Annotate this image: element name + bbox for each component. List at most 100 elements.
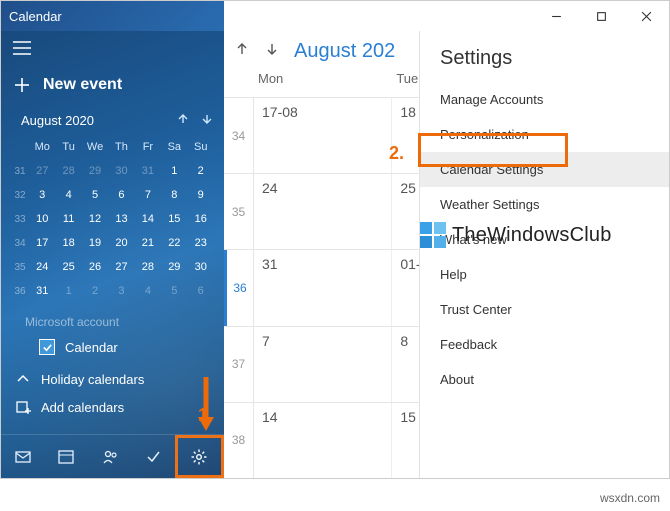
mini-day-cell[interactable]: 3 xyxy=(108,279,134,303)
settings-item[interactable]: Feedback xyxy=(420,327,669,362)
mini-day-cell[interactable]: 21 xyxy=(135,231,161,255)
week-number: 34 xyxy=(224,98,254,173)
mini-day-cell[interactable]: 1 xyxy=(55,279,81,303)
calendar-toggle-label: Calendar xyxy=(65,340,118,355)
mini-day-cell[interactable]: 4 xyxy=(55,183,81,207)
settings-item[interactable]: Weather Settings xyxy=(420,187,669,222)
settings-title: Settings xyxy=(420,47,669,82)
settings-item[interactable]: Calendar Settings xyxy=(420,152,669,187)
mini-day-cell[interactable]: 23 xyxy=(188,231,214,255)
mini-calendar: MoTuWeThFrSaSu 3127282930311232345678933… xyxy=(1,135,224,311)
mini-day-cell[interactable]: 3 xyxy=(29,183,55,207)
hamburger-button[interactable] xyxy=(1,31,224,66)
mini-day-cell[interactable]: 30 xyxy=(108,159,134,183)
mini-day-cell[interactable]: 12 xyxy=(82,207,108,231)
mini-day-cell[interactable]: 15 xyxy=(161,207,187,231)
mini-day-cell[interactable]: 24 xyxy=(29,255,55,279)
mini-day-cell[interactable]: 6 xyxy=(108,183,134,207)
mini-day-cell[interactable]: 29 xyxy=(161,255,187,279)
mini-day-cell[interactable]: 31 xyxy=(135,159,161,183)
mini-day-cell[interactable]: 19 xyxy=(82,231,108,255)
mini-day-cell[interactable]: 5 xyxy=(82,183,108,207)
mini-day-cell[interactable]: 9 xyxy=(188,183,214,207)
mini-dow-cell: We xyxy=(82,135,108,159)
mini-day-cell[interactable]: 17 xyxy=(29,231,55,255)
mini-day-cell[interactable]: 14 xyxy=(135,207,161,231)
mini-day-cell[interactable]: 7 xyxy=(135,183,161,207)
mini-prev-month[interactable] xyxy=(176,112,190,129)
mini-dow-cell: Su xyxy=(188,135,214,159)
main-calendar: August 202 MonTueWed 3417-08181935242526… xyxy=(224,31,669,478)
people-button[interactable] xyxy=(88,435,131,478)
mini-day-cell[interactable]: 28 xyxy=(55,159,81,183)
mini-day-cell[interactable]: 27 xyxy=(108,255,134,279)
mini-day-cell[interactable]: 18 xyxy=(55,231,81,255)
mini-day-cell[interactable]: 11 xyxy=(55,207,81,231)
day-cell[interactable]: 7 xyxy=(254,327,392,402)
settings-button[interactable] xyxy=(175,435,224,478)
settings-item[interactable]: Help xyxy=(420,257,669,292)
mini-day-cell[interactable]: 13 xyxy=(108,207,134,231)
settings-item[interactable]: Manage Accounts xyxy=(420,82,669,117)
settings-item[interactable]: What's new xyxy=(420,222,669,257)
mini-day-cell[interactable]: 2 xyxy=(82,279,108,303)
mini-week-number: 32 xyxy=(11,183,29,207)
mini-month-label[interactable]: August 2020 xyxy=(21,113,94,128)
mini-day-cell[interactable]: 8 xyxy=(161,183,187,207)
add-calendars-row[interactable]: Add calendars xyxy=(1,393,224,421)
mini-day-cell[interactable]: 20 xyxy=(108,231,134,255)
mini-day-cell[interactable]: 1 xyxy=(161,159,187,183)
chevron-up-icon xyxy=(15,371,31,387)
settings-item[interactable]: Trust Center xyxy=(420,292,669,327)
mini-week-number: 34 xyxy=(11,231,29,255)
footer-credit: wsxdn.com xyxy=(600,491,660,505)
account-name[interactable]: Microsoft account xyxy=(15,315,210,329)
day-cell[interactable]: 17-08 xyxy=(254,98,392,173)
settings-flyout: Settings Manage AccountsPersonalizationC… xyxy=(419,31,669,478)
mini-dow-cell: Sa xyxy=(161,135,187,159)
day-cell[interactable]: 31 xyxy=(254,250,392,325)
calendar-window: Calendar New event August 2020 xyxy=(0,0,670,479)
sidebar: New event August 2020 MoTuWeThFrSaSu 312… xyxy=(1,31,224,478)
mini-day-cell[interactable]: 2 xyxy=(188,159,214,183)
mini-week-number: 31 xyxy=(11,159,29,183)
main-dow-cell: Mon xyxy=(254,71,392,97)
week-number: 36 xyxy=(224,250,254,325)
mini-day-cell[interactable]: 30 xyxy=(188,255,214,279)
settings-item[interactable]: Personalization xyxy=(420,117,669,152)
window-title: Calendar xyxy=(9,9,62,24)
day-cell[interactable]: 14 xyxy=(254,403,392,478)
calendar-nav-button[interactable] xyxy=(44,435,87,478)
new-event-label: New event xyxy=(43,76,122,94)
month-title[interactable]: August 202 xyxy=(294,40,395,63)
next-month-button[interactable] xyxy=(264,41,280,62)
day-cell[interactable]: 24 xyxy=(254,174,392,249)
mini-day-cell[interactable]: 16 xyxy=(188,207,214,231)
maximize-button[interactable] xyxy=(579,1,624,31)
todo-button[interactable] xyxy=(131,435,174,478)
holiday-calendars-row[interactable]: Holiday calendars xyxy=(1,365,224,393)
mini-day-cell[interactable]: 4 xyxy=(135,279,161,303)
mini-next-month[interactable] xyxy=(200,112,214,129)
close-button[interactable] xyxy=(624,1,669,31)
mini-day-cell[interactable]: 5 xyxy=(161,279,187,303)
new-event-button[interactable]: New event xyxy=(1,66,224,110)
mail-button[interactable] xyxy=(1,435,44,478)
calendar-toggle[interactable]: Calendar xyxy=(15,339,210,355)
mini-day-cell[interactable]: 26 xyxy=(82,255,108,279)
mini-day-cell[interactable]: 27 xyxy=(29,159,55,183)
mini-dow-cell: Mo xyxy=(29,135,55,159)
minimize-button[interactable] xyxy=(534,1,579,31)
mini-day-cell[interactable]: 22 xyxy=(161,231,187,255)
mini-day-cell[interactable]: 31 xyxy=(29,279,55,303)
settings-item[interactable]: About xyxy=(420,362,669,397)
mini-day-cell[interactable]: 28 xyxy=(135,255,161,279)
mini-day-cell[interactable]: 29 xyxy=(82,159,108,183)
mini-day-cell[interactable]: 6 xyxy=(188,279,214,303)
checkbox-checked-icon xyxy=(39,339,55,355)
week-number: 37 xyxy=(224,327,254,402)
mini-day-cell[interactable]: 25 xyxy=(55,255,81,279)
mini-day-cell[interactable]: 10 xyxy=(29,207,55,231)
week-number: 35 xyxy=(224,174,254,249)
prev-month-button[interactable] xyxy=(234,41,250,62)
